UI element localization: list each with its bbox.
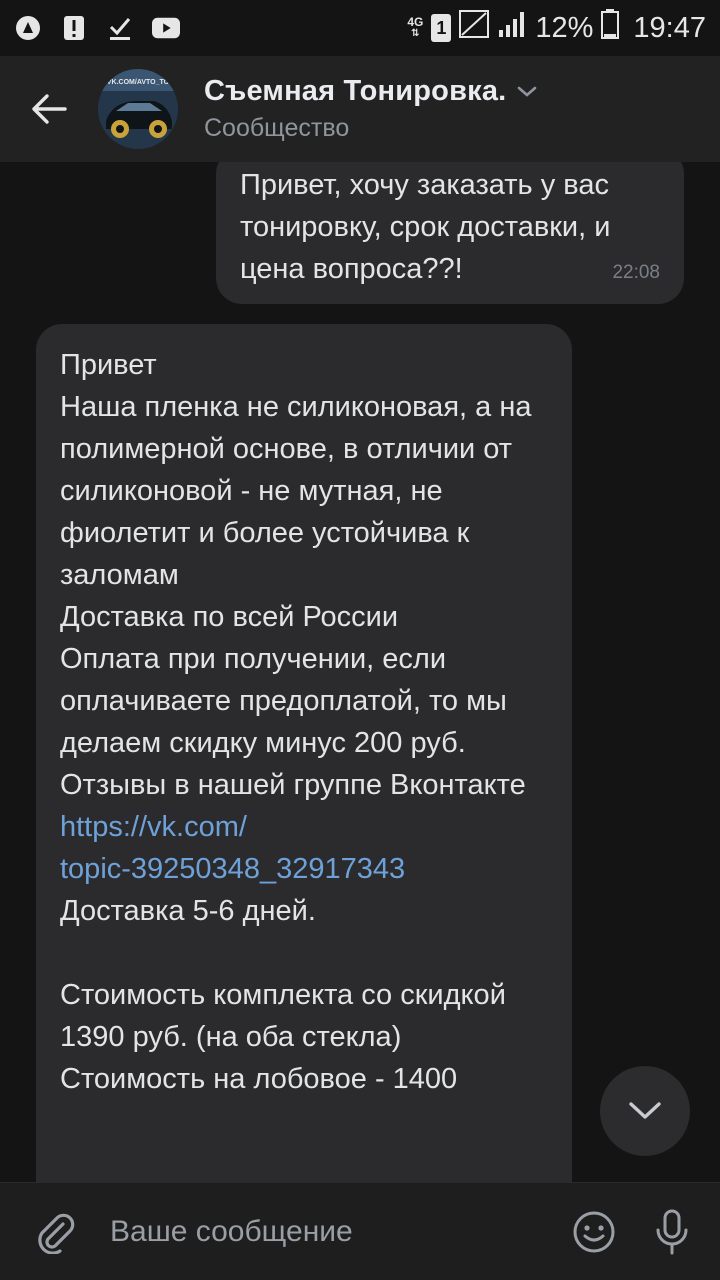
battery-icon <box>601 9 620 47</box>
outgoing-message[interactable]: Привет, хочу заказать у вас тонировку, с… <box>216 162 684 304</box>
message-text: Привет, хочу заказать у вас тонировку, с… <box>240 169 611 285</box>
attach-button[interactable] <box>0 1210 110 1254</box>
chat-subtitle: Сообщество <box>204 114 350 142</box>
sim-icon: 1 <box>431 14 452 42</box>
message-text: Привет Наша пленка не силиконовая, а на … <box>60 349 532 801</box>
link-part-2: topic-39250348_32917343 <box>60 853 406 885</box>
clock: 19:47 <box>633 11 706 44</box>
microphone-icon <box>656 1209 688 1254</box>
avatar-watermark: VK.COM/AVTO_TO <box>107 79 170 86</box>
signal-icon <box>497 10 527 46</box>
sim-label: 1 <box>436 17 447 38</box>
circle-a-icon <box>14 14 42 42</box>
alert-icon <box>60 14 88 42</box>
back-button[interactable] <box>0 56 98 162</box>
emoji-button[interactable] <box>564 1210 624 1254</box>
link-part-1: https://vk.com/ <box>60 811 247 843</box>
chevron-down-icon[interactable] <box>516 85 538 99</box>
scroll-down-button[interactable] <box>600 1066 690 1156</box>
network-label: 4G <box>407 15 424 29</box>
smile-icon <box>573 1211 615 1252</box>
status-bar: 4G ⇅ 1 12% 19:47 <box>0 0 720 56</box>
message-text-continued: Доставка 5-6 дней. Стоимость комплекта с… <box>60 895 506 1095</box>
signal-empty-icon <box>459 10 490 46</box>
youtube-icon <box>152 14 180 42</box>
battery-percent: 12% <box>535 11 594 44</box>
arrow-left-icon <box>32 94 67 124</box>
avatar[interactable]: VK.COM/AVTO_TO <box>98 69 178 149</box>
message-input[interactable]: Ваше сообщение <box>110 1215 564 1249</box>
message-composer: Ваше сообщение <box>0 1182 720 1280</box>
chat-titles[interactable]: Съемная Тонировка. Сообщество <box>204 75 538 143</box>
paperclip-icon <box>38 1213 75 1254</box>
chat-header: VK.COM/AVTO_TO Съемная Тонировка. Сообще… <box>0 56 720 162</box>
message-link[interactable]: https://vk.com/topic-39250348_32917343 <box>60 811 405 885</box>
download-check-icon <box>106 14 134 42</box>
chevron-down-icon <box>629 1102 661 1119</box>
incoming-message[interactable]: Привет Наша пленка не силиконовая, а на … <box>36 324 572 1182</box>
message-list[interactable]: Привет, хочу заказать у вас тонировку, с… <box>0 162 720 1182</box>
voice-message-button[interactable] <box>624 1208 720 1256</box>
chat-title: Съемная Тонировка. <box>204 75 507 107</box>
network-4g-icon: 4G ⇅ <box>407 15 424 39</box>
message-time: 22:08 <box>612 262 660 283</box>
